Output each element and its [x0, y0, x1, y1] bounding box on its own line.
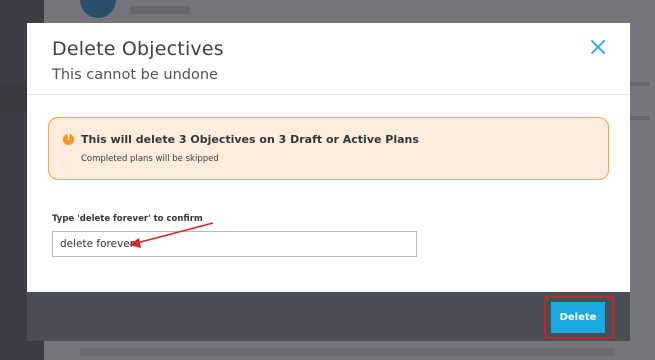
confirm-label: Type 'delete forever' to confirm: [52, 214, 203, 224]
close-icon[interactable]: [588, 37, 608, 57]
dialog-footer: [27, 292, 630, 341]
delete-button[interactable]: Delete: [551, 302, 605, 333]
dialog-subtitle: This cannot be undone: [52, 67, 218, 83]
alert-body: Completed plans will be skipped: [81, 154, 219, 164]
dialog-header: Delete Objectives This cannot be undone: [27, 23, 630, 95]
alert-title: This will delete 3 Objectives on 3 Draft…: [81, 133, 419, 146]
warning-alert: This will delete 3 Objectives on 3 Draft…: [48, 117, 609, 180]
warning-icon: [63, 133, 74, 145]
dialog-title: Delete Objectives: [52, 38, 224, 60]
confirm-input[interactable]: [52, 231, 417, 257]
